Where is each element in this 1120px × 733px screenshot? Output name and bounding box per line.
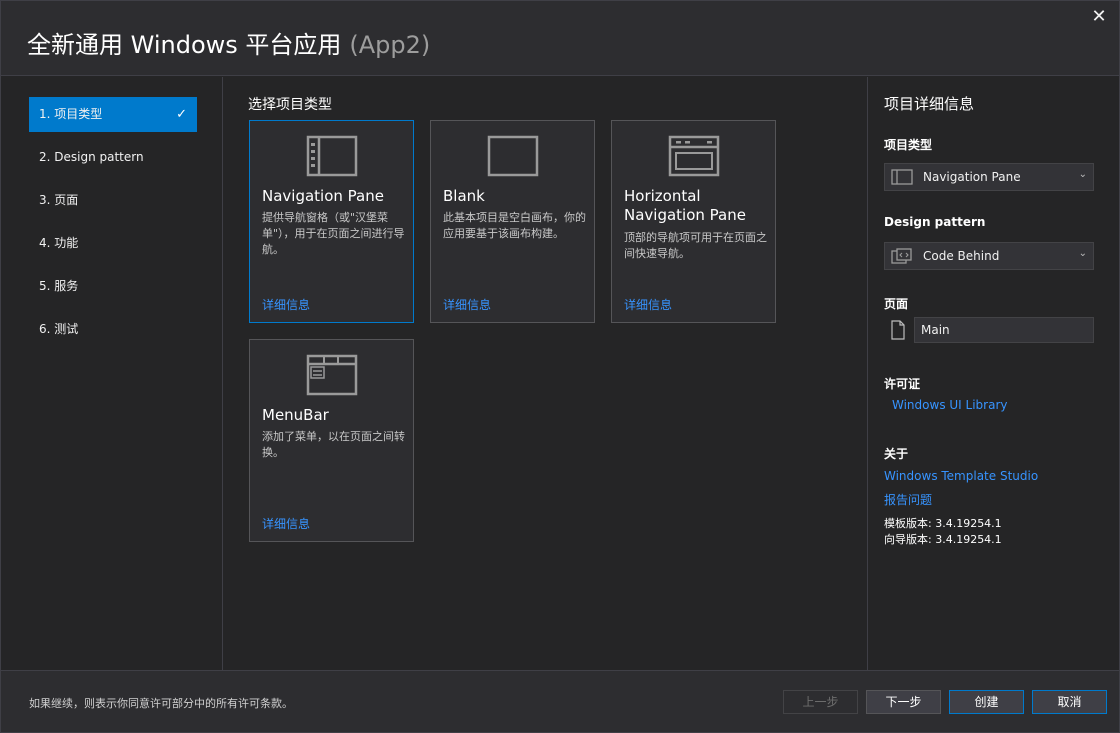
cancel-button[interactable]: 取消 bbox=[1032, 690, 1107, 714]
previous-button[interactable]: 上一步 bbox=[783, 690, 858, 714]
wizard-window: 全新通用 Windows 平台应用 (App2) ✕ 1. 项目类型 ✓ 2. D… bbox=[0, 0, 1120, 733]
project-details-panel: 项目详细信息 项目类型 Navigation Pane ⌄ Design pat… bbox=[867, 77, 1119, 670]
project-type-panel: 选择项目类型 Navigation Pane 提供导航窗格（或"汉堡菜单"），用… bbox=[224, 77, 866, 670]
step-label: 5. 服务 bbox=[39, 279, 79, 293]
create-button[interactable]: 创建 bbox=[949, 690, 1024, 714]
step-design-pattern[interactable]: 2. Design pattern bbox=[29, 140, 197, 175]
step-label: 2. Design pattern bbox=[39, 150, 144, 164]
page-file-icon bbox=[891, 320, 905, 340]
design-pattern-dropdown[interactable]: Code Behind ⌄ bbox=[884, 242, 1094, 270]
step-label: 3. 页面 bbox=[39, 193, 79, 207]
check-icon: ✓ bbox=[176, 107, 187, 122]
card-horizontal-navigation-pane[interactable]: Horizontal Navigation Pane 顶部的导航项可用于在页面之… bbox=[611, 120, 776, 323]
card-description: 顶部的导航项可用于在页面之间快速导航。 bbox=[624, 231, 767, 260]
card-details-link[interactable]: 详细信息 bbox=[262, 296, 310, 313]
card-blank[interactable]: Blank 此基本项目是空白画布，你的应用要基于该画布构建。 详细信息 bbox=[430, 120, 595, 323]
window-title: 全新通用 Windows 平台应用 (App2) bbox=[27, 25, 430, 60]
section-title: 选择项目类型 bbox=[248, 97, 332, 113]
step-list: 1. 项目类型 ✓ 2. Design pattern 3. 页面 4. 功能 … bbox=[1, 77, 223, 670]
window-subtitle: (App2) bbox=[349, 31, 431, 59]
card-title: Horizontal Navigation Pane bbox=[624, 187, 746, 224]
navigation-pane-icon bbox=[306, 135, 358, 177]
card-description: 此基本项目是空白画布，你的应用要基于该画布构建。 bbox=[443, 211, 586, 240]
about-label: 关于 bbox=[884, 447, 909, 461]
next-button[interactable]: 下一步 bbox=[866, 690, 941, 714]
card-title: Navigation Pane bbox=[262, 187, 384, 205]
horizontal-navigation-icon bbox=[668, 135, 720, 177]
step-label: 1. 项目类型 bbox=[39, 107, 103, 121]
navigation-pane-icon bbox=[891, 169, 913, 185]
card-menubar[interactable]: MenuBar 添加了菜单，以在页面之间转换。 详细信息 bbox=[249, 339, 414, 542]
header: 全新通用 Windows 平台应用 (App2) ✕ bbox=[1, 1, 1119, 76]
step-testing[interactable]: 6. 测试 bbox=[29, 312, 197, 347]
license-notice: 如果继续，则表示你同意许可部分中的所有许可条款。 bbox=[29, 697, 293, 710]
template-version: 模板版本: 3.4.19254.1 bbox=[884, 517, 1002, 530]
step-label: 4. 功能 bbox=[39, 236, 79, 250]
design-pattern-label: Design pattern bbox=[884, 215, 986, 229]
blank-icon bbox=[487, 135, 539, 177]
details-title: 项目详细信息 bbox=[884, 95, 975, 113]
menubar-icon bbox=[306, 354, 358, 396]
footer: 如果继续，则表示你同意许可部分中的所有许可条款。 上一步 下一步 创建 取消 bbox=[1, 670, 1119, 732]
chevron-down-icon: ⌄ bbox=[1078, 169, 1087, 180]
card-details-link[interactable]: 详细信息 bbox=[443, 296, 491, 313]
license-link[interactable]: Windows UI Library bbox=[892, 398, 1007, 412]
card-navigation-pane[interactable]: Navigation Pane 提供导航窗格（或"汉堡菜单"），用于在页面之间进… bbox=[249, 120, 414, 323]
step-features[interactable]: 4. 功能 bbox=[29, 226, 197, 261]
card-description: 添加了菜单，以在页面之间转换。 bbox=[262, 430, 405, 459]
window-title-text: 全新通用 Windows 平台应用 bbox=[27, 31, 342, 59]
license-label: 许可证 bbox=[884, 377, 921, 391]
step-services[interactable]: 5. 服务 bbox=[29, 269, 197, 304]
project-type-value: Navigation Pane bbox=[923, 170, 1021, 184]
project-type-label: 项目类型 bbox=[884, 138, 933, 152]
project-type-dropdown[interactable]: Navigation Pane ⌄ bbox=[884, 163, 1094, 191]
close-icon[interactable]: ✕ bbox=[1089, 7, 1109, 27]
pages-label: 页面 bbox=[884, 297, 909, 311]
card-details-link[interactable]: 详细信息 bbox=[624, 296, 672, 313]
card-description: 提供导航窗格（或"汉堡菜单"），用于在页面之间进行导航。 bbox=[262, 211, 405, 256]
wizard-version: 向导版本: 3.4.19254.1 bbox=[884, 533, 1002, 546]
card-details-link[interactable]: 详细信息 bbox=[262, 515, 310, 532]
page-name-field[interactable]: Main bbox=[914, 317, 1094, 343]
chevron-down-icon: ⌄ bbox=[1078, 248, 1087, 259]
step-label: 6. 测试 bbox=[39, 322, 79, 336]
step-project-type[interactable]: 1. 项目类型 ✓ bbox=[29, 97, 197, 132]
card-title: MenuBar bbox=[262, 406, 329, 424]
design-pattern-value: Code Behind bbox=[923, 249, 1000, 263]
card-title: Blank bbox=[443, 187, 485, 205]
report-issue-link[interactable]: 报告问题 bbox=[884, 491, 932, 508]
step-pages[interactable]: 3. 页面 bbox=[29, 183, 197, 218]
about-link[interactable]: Windows Template Studio bbox=[884, 469, 1038, 483]
code-behind-icon bbox=[891, 248, 912, 264]
